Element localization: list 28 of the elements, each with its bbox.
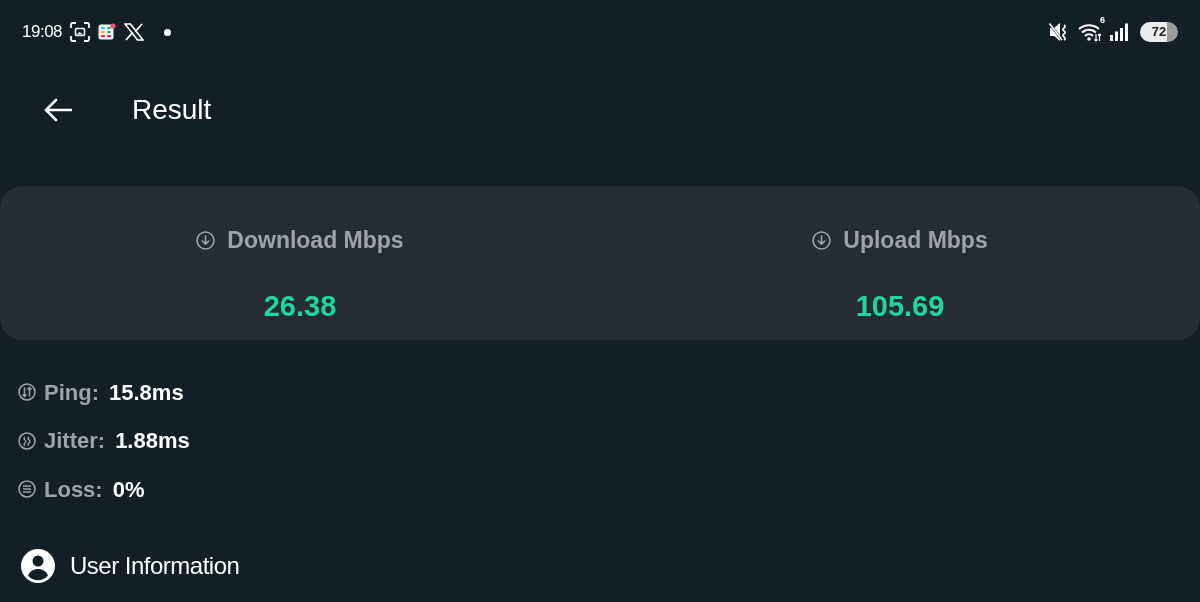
- speed-value: 26.38: [263, 288, 337, 324]
- down-arrow-circle-icon: [196, 230, 216, 250]
- cross-logo-icon: [124, 23, 145, 41]
- notification-dot-icon: [164, 28, 172, 36]
- stat-value: 0%: [112, 475, 145, 504]
- down-arrow-circle-icon: [812, 230, 832, 250]
- speed-value: 105.69: [855, 288, 945, 324]
- wifi-standard-label: 6: [1100, 16, 1105, 25]
- app-tile-icon: [98, 23, 117, 41]
- section-title: User Information: [70, 550, 240, 581]
- stat-label: Ping:: [44, 378, 99, 407]
- loss-lines-icon: [18, 480, 36, 499]
- jitter-waves-icon: [18, 431, 36, 450]
- page-title: Result: [132, 93, 212, 127]
- battery-indicator: 72: [1140, 22, 1178, 42]
- stat-value: 15.8ms: [109, 378, 184, 407]
- screenshot-icon: [70, 22, 91, 42]
- user-avatar-icon: [21, 548, 55, 583]
- speed-label: Upload Mbps: [843, 226, 988, 255]
- stat-label: Loss:: [44, 475, 103, 504]
- status-time: 19:08: [22, 21, 63, 44]
- speed-label: Download Mbps: [227, 226, 404, 255]
- signal-icon: [1110, 23, 1128, 41]
- ping-arrows-icon: [18, 383, 36, 402]
- arrow-left-icon: [44, 98, 72, 122]
- wifi-icon: [1078, 22, 1102, 42]
- stat-value: 1.88ms: [115, 427, 190, 456]
- stat-label: Jitter:: [44, 427, 106, 456]
